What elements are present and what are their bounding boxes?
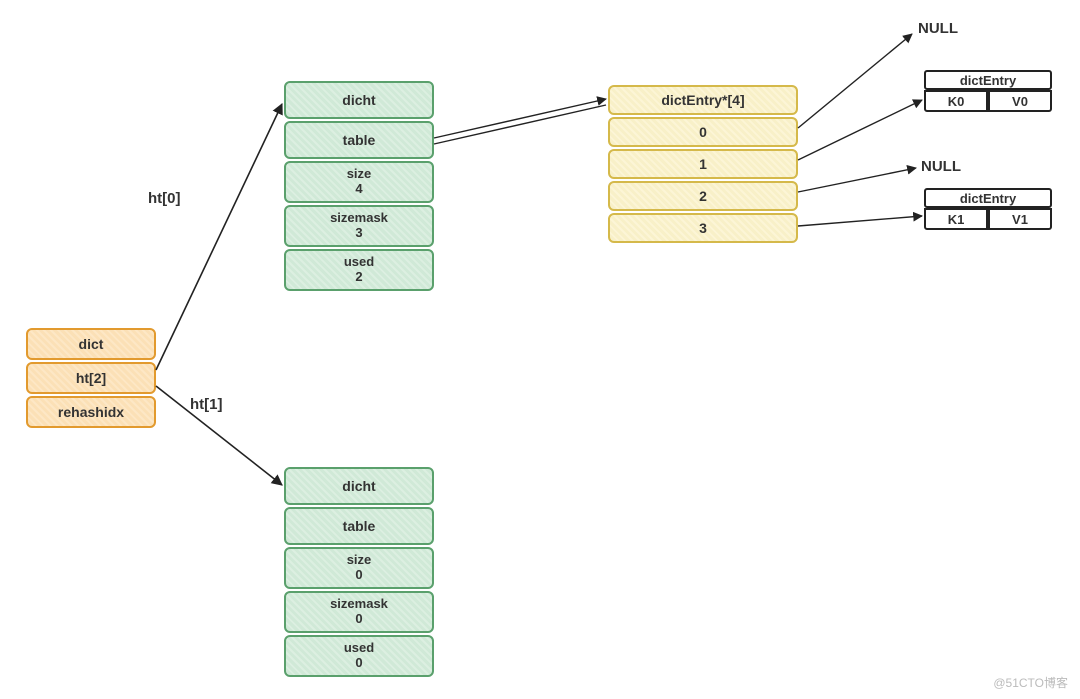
arrow-table-to-bucket-a bbox=[434, 99, 606, 138]
entry1-header: dictEntry bbox=[924, 188, 1052, 208]
bucket-header-cell: dictEntry*[4] bbox=[608, 85, 798, 115]
entry1-key-cell: K1 bbox=[924, 208, 988, 230]
arrow-table-to-bucket-b bbox=[434, 105, 606, 144]
ht0-size-value: 4 bbox=[355, 182, 362, 197]
ht1-used-cell: used 0 bbox=[284, 635, 434, 677]
ht0-table-label: table bbox=[343, 132, 376, 148]
ht1-size-value: 0 bbox=[355, 568, 362, 583]
arrow-slot1-entry0 bbox=[798, 100, 922, 160]
ht0-size-cell: size 4 bbox=[284, 161, 434, 203]
ht1-table-label: table bbox=[343, 518, 376, 534]
arrow-slot3-entry1 bbox=[798, 216, 922, 226]
entry1-header-label: dictEntry bbox=[960, 191, 1016, 206]
entry0-value-cell: V0 bbox=[988, 90, 1052, 112]
entry0-value-label: V0 bbox=[1012, 94, 1028, 109]
watermark: @51CTO博客 bbox=[993, 674, 1068, 691]
ht0-used-cell: used 2 bbox=[284, 249, 434, 291]
edge-ht1-label: ht[1] bbox=[190, 396, 223, 413]
null-label-a: NULL bbox=[918, 20, 958, 37]
entry1-key-label: K1 bbox=[948, 212, 965, 227]
dict-ht-cell: ht[2] bbox=[26, 362, 156, 394]
bucket-slot-3: 3 bbox=[608, 213, 798, 243]
arrow-slot2-null bbox=[798, 168, 916, 192]
entry0-key-cell: K0 bbox=[924, 90, 988, 112]
ht1-size-cell: size 0 bbox=[284, 547, 434, 589]
ht1-title-label: dicht bbox=[342, 478, 375, 494]
edge-ht0-label: ht[0] bbox=[148, 190, 181, 207]
ht1-sizemask-label: sizemask bbox=[330, 597, 388, 612]
ht1-table-cell: table bbox=[284, 507, 434, 545]
dict-rehashidx-cell: rehashidx bbox=[26, 396, 156, 428]
ht0-title-label: dicht bbox=[342, 92, 375, 108]
ht1-sizemask-cell: sizemask 0 bbox=[284, 591, 434, 633]
diagram-canvas: dict ht[2] rehashidx ht[0] ht[1] dicht t… bbox=[0, 0, 1080, 699]
dict-ht-label: ht[2] bbox=[76, 370, 106, 386]
ht0-used-label: used bbox=[344, 255, 374, 270]
bucket-slot-1-label: 1 bbox=[699, 156, 707, 172]
dict-header-label: dict bbox=[79, 336, 104, 352]
ht1-title-cell: dicht bbox=[284, 467, 434, 505]
bucket-slot-3-label: 3 bbox=[699, 220, 707, 236]
entry0-key-label: K0 bbox=[948, 94, 965, 109]
ht0-sizemask-cell: sizemask 3 bbox=[284, 205, 434, 247]
ht0-sizemask-label: sizemask bbox=[330, 211, 388, 226]
bucket-slot-0: 0 bbox=[608, 117, 798, 147]
bucket-slot-2-label: 2 bbox=[699, 188, 707, 204]
ht1-size-label: size bbox=[347, 553, 372, 568]
arrow-dict-to-ht0 bbox=[156, 104, 282, 370]
entry1-value-cell: V1 bbox=[988, 208, 1052, 230]
bucket-slot-2: 2 bbox=[608, 181, 798, 211]
dict-header: dict bbox=[26, 328, 156, 360]
entry1-value-label: V1 bbox=[1012, 212, 1028, 227]
null-label-b: NULL bbox=[921, 158, 961, 175]
bucket-slot-0-label: 0 bbox=[699, 124, 707, 140]
ht0-size-label: size bbox=[347, 167, 372, 182]
entry0-header: dictEntry bbox=[924, 70, 1052, 90]
bucket-header-label: dictEntry*[4] bbox=[661, 92, 744, 108]
dict-rehashidx-label: rehashidx bbox=[58, 404, 124, 420]
ht0-used-value: 2 bbox=[355, 270, 362, 285]
ht1-used-label: used bbox=[344, 641, 374, 656]
ht0-table-cell: table bbox=[284, 121, 434, 159]
arrow-slot0-null bbox=[798, 34, 912, 128]
ht1-used-value: 0 bbox=[355, 656, 362, 671]
arrows-layer bbox=[0, 0, 1080, 699]
entry0-header-label: dictEntry bbox=[960, 73, 1016, 88]
ht0-sizemask-value: 3 bbox=[355, 226, 362, 241]
bucket-slot-1: 1 bbox=[608, 149, 798, 179]
ht1-sizemask-value: 0 bbox=[355, 612, 362, 627]
ht0-title-cell: dicht bbox=[284, 81, 434, 119]
